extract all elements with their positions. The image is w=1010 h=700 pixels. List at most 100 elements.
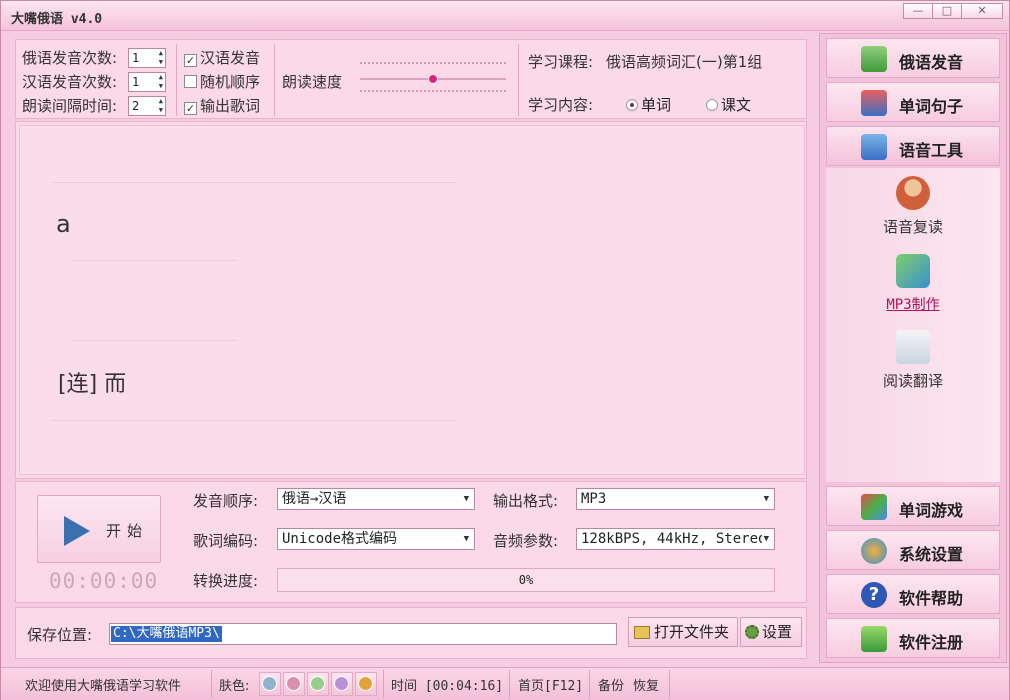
start-button[interactable]: 开始 <box>37 495 161 563</box>
radio-selected-icon <box>626 99 638 111</box>
tool-voice-repeat[interactable]: 语音复读 <box>826 176 1000 237</box>
tool-reading-translation[interactable]: 阅读翻译 <box>826 330 1000 391</box>
minimize-button[interactable]: — <box>903 3 933 19</box>
content-text-radio[interactable]: 课文 <box>706 94 751 115</box>
checkbox-label: 随机顺序 <box>200 73 261 91</box>
course-value[interactable]: 俄语高频词汇(一)第1组 <box>606 51 762 72</box>
nav-label: 软件注册 <box>899 633 964 652</box>
interval-label: 朗读间隔时间: <box>22 97 118 115</box>
nav-help[interactable]: ? 软件帮助 <box>826 574 1000 614</box>
nav-label: 单词游戏 <box>899 501 964 520</box>
nav-word-game[interactable]: 单词游戏 <box>826 486 1000 526</box>
format-select[interactable]: MP3 ▼ <box>576 488 775 510</box>
gear-icon <box>861 538 887 564</box>
save-path-value: C:\大嘴俄语MP3\ <box>111 626 222 642</box>
nav-words-sentences[interactable]: 单词句子 <box>826 82 1000 122</box>
nav-register[interactable]: 软件注册 <box>826 618 1000 658</box>
radio-label: 课文 <box>721 96 752 114</box>
progress-label: 转换进度: <box>193 572 259 590</box>
skin-label: 肤色: <box>219 679 250 694</box>
ru-count-stepper[interactable]: 1 <box>128 48 166 68</box>
interval-stepper[interactable]: 2 <box>128 96 166 116</box>
audio-select[interactable]: 128kBPS, 44kHz, Stereo ▼ <box>576 528 775 550</box>
checkbox-unchecked-icon <box>184 75 197 88</box>
radio-label: 单词 <box>641 96 672 114</box>
divider <box>274 44 275 116</box>
chevron-down-icon: ▼ <box>463 534 469 544</box>
play-icon <box>64 516 90 546</box>
status-divider <box>589 670 590 698</box>
home-link[interactable]: 首页[F12] <box>518 675 583 694</box>
nav-voice-tools[interactable]: 语音工具 <box>826 126 1000 166</box>
divider <box>518 44 519 116</box>
cn-count-stepper[interactable]: 1 <box>128 72 166 92</box>
nav-label: 俄语发音 <box>899 53 964 72</box>
output-lyrics-checkbox[interactable]: ✓ 输出歌词 <box>184 95 260 116</box>
slider-ticks-top <box>360 62 506 68</box>
current-word: а <box>56 210 71 238</box>
ru-count-label: 俄语发音次数: <box>22 49 118 67</box>
checkbox-label: 汉语发音 <box>200 49 261 67</box>
mp3-icon <box>896 254 930 288</box>
status-divider <box>669 670 670 698</box>
nav-label: 系统设置 <box>899 545 964 564</box>
speaker-person-icon <box>896 176 930 210</box>
save-path-input[interactable]: C:\大嘴俄语MP3\ <box>109 623 617 645</box>
help-icon: ? <box>861 582 887 608</box>
tool-label: MP3制作 <box>886 297 940 313</box>
order-select[interactable]: 俄语→汉语 ▼ <box>277 488 475 510</box>
skin-swatch <box>310 676 325 691</box>
select-value: MP3 <box>581 491 607 507</box>
random-order-checkbox[interactable]: 随机顺序 <box>184 71 260 92</box>
chinese-voice-checkbox[interactable]: ✓ 汉语发音 <box>184 47 260 68</box>
divider-line <box>52 420 456 421</box>
divider-line <box>72 340 236 341</box>
save-location-label: 保存位置: <box>27 626 93 644</box>
sidebar: 俄语发音 单词句子 语音工具 语音复读 MP3制作 阅读翻译 单词游戏 系统设置… <box>819 33 1007 663</box>
open-folder-button[interactable]: 打开文件夹 <box>628 617 738 647</box>
chevron-down-icon: ▼ <box>763 494 769 504</box>
skin-option-4[interactable] <box>331 672 353 696</box>
window-controls: — □ ✕ <box>903 3 1003 19</box>
skin-swatch <box>334 676 349 691</box>
register-icon <box>861 626 887 652</box>
encoding-select[interactable]: Unicode格式编码 ▼ <box>277 528 475 550</box>
word-translation: [连] 而 <box>58 372 127 397</box>
checkbox-checked-icon: ✓ <box>184 102 197 115</box>
elapsed-time: 时间 [00:04:16] <box>391 679 504 694</box>
timer-display: 00:00:00 <box>49 569 159 593</box>
skin-option-1[interactable] <box>259 672 281 696</box>
settings-panel: 俄语发音次数: 1 汉语发音次数: 1 朗读间隔时间: 2 ✓汉语发音 随机顺序… <box>15 39 807 119</box>
conversion-progress-bar: 0% <box>277 568 775 592</box>
button-label: 设置 <box>762 623 793 641</box>
book-icon <box>861 46 887 72</box>
skin-option-5[interactable] <box>355 672 377 696</box>
maximize-button[interactable]: □ <box>932 3 962 19</box>
divider <box>176 44 177 116</box>
tool-mp3-maker[interactable]: MP3制作 <box>826 254 1000 314</box>
divider-line <box>52 182 456 183</box>
skin-option-3[interactable] <box>307 672 329 696</box>
save-settings-button[interactable]: 设置 <box>740 617 802 647</box>
restore-link[interactable]: 恢复 <box>633 675 659 694</box>
close-button[interactable]: ✕ <box>961 3 1003 19</box>
nav-label: 软件帮助 <box>899 589 964 608</box>
speed-slider-thumb[interactable] <box>428 74 438 84</box>
status-bar: 欢迎使用大嘴俄语学习软件 肤色: 时间 [00:04:16] 首页[F12] 备… <box>1 667 1009 700</box>
books-icon <box>861 90 887 116</box>
skin-swatch <box>262 676 277 691</box>
select-value: 俄语→汉语 <box>282 491 347 507</box>
skin-swatch <box>286 676 301 691</box>
button-label: 打开文件夹 <box>654 623 730 641</box>
nav-system-settings[interactable]: 系统设置 <box>826 530 1000 570</box>
chevron-down-icon: ▼ <box>463 494 469 504</box>
radio-unselected-icon <box>706 99 718 111</box>
nav-russian-pronunciation[interactable]: 俄语发音 <box>826 38 1000 78</box>
backup-link[interactable]: 备份 <box>598 675 624 694</box>
skin-option-2[interactable] <box>283 672 305 696</box>
nav-label: 单词句子 <box>899 97 964 116</box>
start-label: 开始 <box>106 522 149 540</box>
status-divider <box>211 670 212 698</box>
app-window: 大嘴俄语 v4.0 — □ ✕ 俄语发音次数: 1 汉语发音次数: 1 朗读间隔… <box>0 0 1010 700</box>
content-word-radio[interactable]: 单词 <box>626 94 671 115</box>
